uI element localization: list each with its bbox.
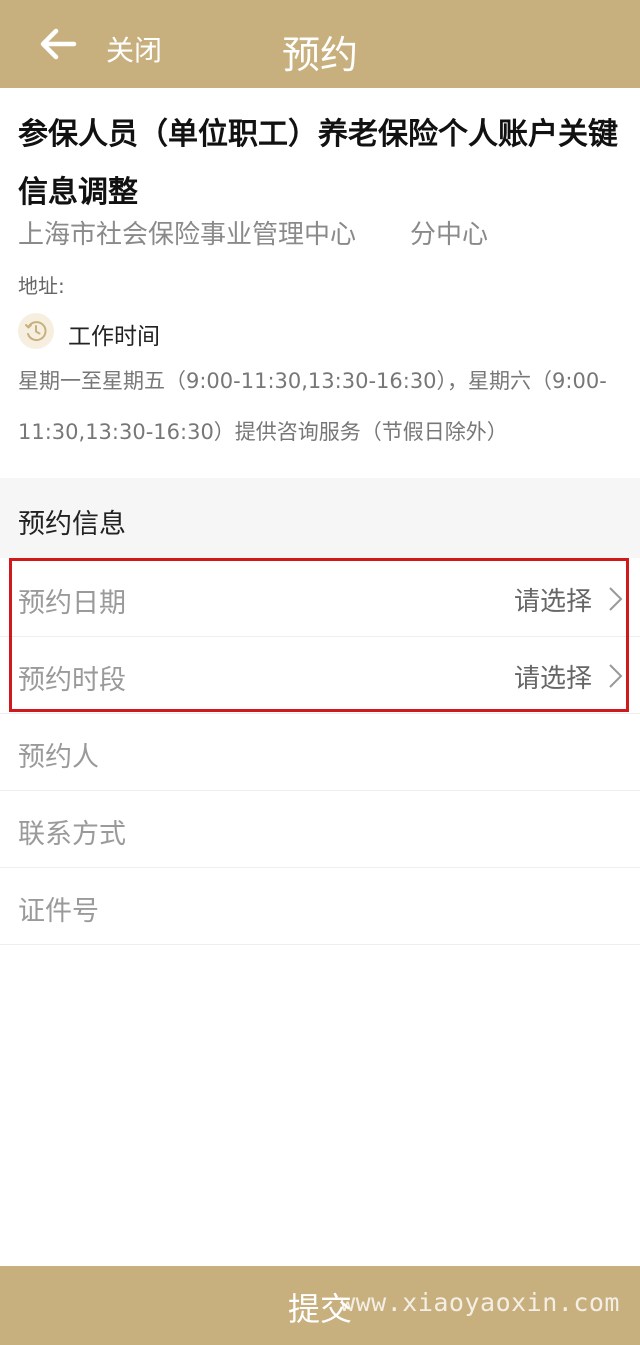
section-header: 预约信息 — [0, 478, 640, 558]
contact-field-row[interactable]: 联系方式 — [0, 791, 640, 868]
date-value: 请选择 — [513, 587, 592, 617]
date-select-row[interactable]: 预约日期 请选择 — [0, 560, 640, 637]
date-label: 预约日期 — [18, 588, 126, 619]
agency-line: 上海市社会保险事业管理中心 分中心 — [18, 214, 488, 251]
period-select-row[interactable]: 预约时段 请选择 — [0, 637, 640, 714]
watermark: www.xiaoyaoxin.com — [340, 1288, 620, 1317]
address-label: 地址: — [18, 274, 65, 298]
id-number-field-row[interactable]: 证件号 — [0, 868, 640, 945]
period-value: 请选择 — [513, 664, 592, 694]
work-time-label: 工作时间 — [68, 324, 160, 350]
chevron-right-icon — [609, 587, 623, 611]
sub-agency-name: 分中心 — [410, 220, 489, 250]
section-title: 预约信息 — [18, 509, 126, 540]
person-field-row[interactable]: 预约人 — [0, 714, 640, 791]
work-time-text: 星期一至星期五（9:00-11:30,13:30-16:30），星期六（9:00… — [18, 369, 607, 444]
contact-label: 联系方式 — [18, 819, 126, 850]
service-info-panel: 参保人员（单位职工）养老保险个人账户关键信息调整 上海市社会保险事业管理中心 分中… — [0, 88, 640, 478]
period-label: 预约时段 — [18, 665, 126, 696]
page-title: 预约 — [281, 33, 358, 77]
id-number-label: 证件号 — [18, 896, 99, 927]
clock-icon — [18, 313, 54, 349]
service-title: 参保人员（单位职工）养老保险个人账户关键信息调整 — [18, 117, 618, 210]
agency-name: 上海市社会保险事业管理中心 — [18, 220, 357, 250]
chevron-right-icon — [609, 664, 623, 688]
top-nav-bar: 关闭 预约 — [0, 0, 640, 88]
person-label: 预约人 — [18, 742, 99, 773]
